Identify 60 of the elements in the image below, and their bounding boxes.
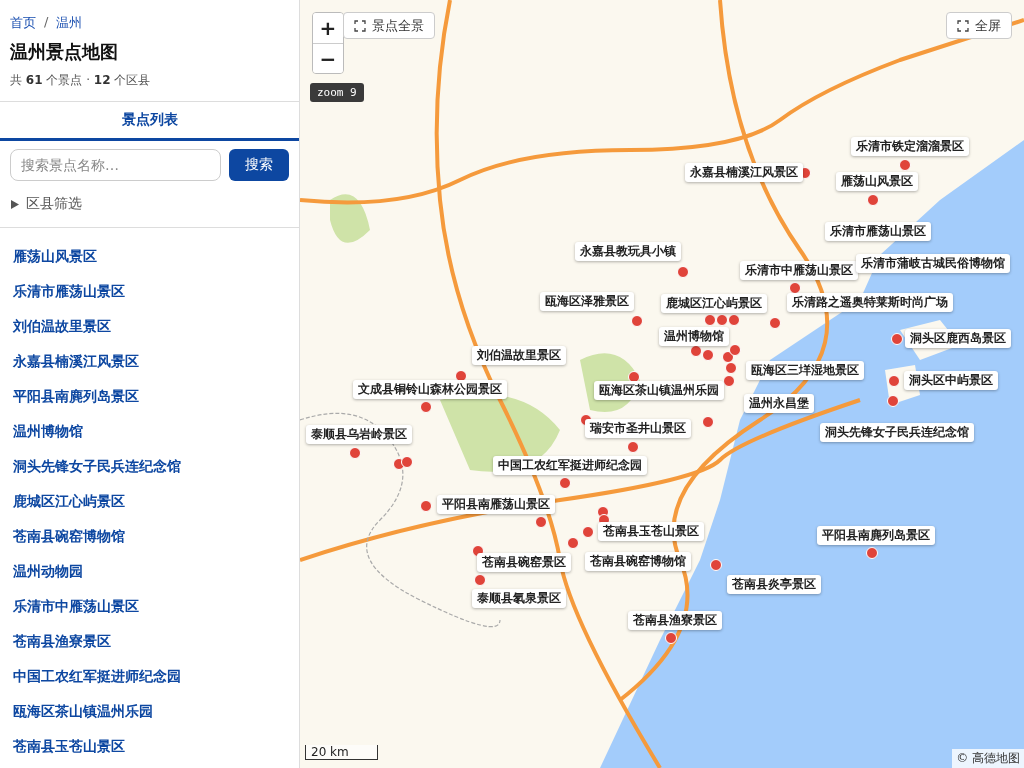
marker-label[interactable]: 文成县铜铃山森林公园景区 (353, 380, 507, 399)
marker-label[interactable]: 乐清路之遥奥特莱斯时尚广场 (787, 293, 953, 312)
breadcrumb-link[interactable]: 首页 (10, 14, 36, 32)
spot-link[interactable]: 乐清市雁荡山景区 (0, 275, 299, 310)
marker-label[interactable]: 雁荡山风景区 (836, 172, 918, 191)
filter-toggle[interactable]: 区县筛选 (0, 181, 299, 228)
marker-label[interactable]: 温州永昌堡 (744, 394, 814, 413)
marker-label[interactable]: 刘伯温故里景区 (472, 346, 566, 365)
marker-label[interactable]: 乐清市蒲岐古城民俗博物馆 (856, 254, 1010, 273)
marker-label[interactable]: 苍南县玉苍山景区 (598, 522, 704, 541)
spot-link[interactable]: 瓯海区茶山镇温州乐园 (0, 695, 299, 730)
marker-label[interactable]: 洞头区中屿景区 (904, 371, 998, 390)
stats-text: 共 61 个景点 · 12 个区县 (10, 72, 152, 89)
marker-label[interactable]: 苍南县渔寮景区 (628, 611, 722, 630)
marker-label[interactable]: 乐清市铁定溜溜景区 (851, 137, 969, 156)
spot-link[interactable]: 永嘉县楠溪江风景区 (0, 345, 299, 380)
marker-label[interactable]: 苍南县碗窑博物馆 (585, 552, 691, 571)
spot-link[interactable]: 温州博物馆 (0, 415, 299, 450)
marker-label[interactable]: 洞头区鹿西岛景区 (905, 329, 1011, 348)
attribution-text: © 高德地图 (952, 749, 1024, 768)
zoom-out-button[interactable]: − (313, 43, 343, 73)
marker-label[interactable]: 乐清市中雁荡山景区 (740, 261, 858, 280)
marker-label[interactable]: 瓯海区茶山镇温州乐园 (594, 381, 724, 400)
breadcrumb-link[interactable]: 温州 (56, 14, 83, 32)
marker-label[interactable]: 乐清市雁荡山景区 (825, 222, 931, 241)
spot-link[interactable]: 苍南县玉苍山景区 (0, 730, 299, 765)
marker-label[interactable]: 鹿城区江心屿景区 (661, 294, 767, 313)
marker-label[interactable]: 洞头先锋女子民兵连纪念馆 (820, 423, 974, 442)
marker-label[interactable]: 瓯海区三垟湿地景区 (746, 361, 864, 380)
marker-label[interactable]: 永嘉县楠溪江风景区 (685, 163, 803, 182)
page-title: 温州景点地图 (10, 40, 119, 64)
marker-label[interactable]: 苍南县炎亭景区 (727, 575, 821, 594)
search-field[interactable]: 搜索景点名称… (10, 149, 221, 181)
overview-button[interactable]: 景点全景 (343, 12, 435, 39)
marker-label[interactable]: 瑞安市圣井山景区 (585, 419, 691, 438)
scale-bar: 20 km (305, 745, 378, 760)
spot-link[interactable]: 乐清市中雁荡山景区 (0, 590, 299, 625)
marker-label[interactable]: 平阳县南麂列岛景区 (817, 526, 935, 545)
marker-label[interactable]: 泰顺县氡泉景区 (472, 589, 566, 608)
marker-label[interactable]: 永嘉县教玩具小镇 (575, 242, 681, 261)
search-button[interactable]: 搜索 (229, 149, 289, 181)
spot-link[interactable]: 雁荡山风景区 (0, 240, 299, 275)
zoom-level-badge: zoom 9 (310, 83, 364, 102)
marker-label[interactable]: 温州博物馆 (659, 327, 729, 346)
marker-label[interactable]: 平阳县南雁荡山景区 (437, 495, 555, 514)
spot-link[interactable]: 苍南县碗窑博物馆 (0, 520, 299, 555)
spot-link[interactable]: 洞头先锋女子民兵连纪念馆 (0, 450, 299, 485)
spot-link[interactable]: 中国工农红军挺进师纪念园 (0, 660, 299, 695)
spot-link[interactable]: 温州动物园 (0, 555, 299, 590)
marker-label[interactable]: 泰顺县乌岩岭景区 (306, 425, 412, 444)
spot-link[interactable]: 鹿城区江心屿景区 (0, 485, 299, 520)
marker-label[interactable]: 中国工农红军挺进师纪念园 (493, 456, 647, 475)
breadcrumb-separator: / (44, 14, 49, 31)
marker-label[interactable]: 瓯海区泽雅景区 (540, 292, 634, 311)
spot-link[interactable]: 平阳县南麂列岛景区 (0, 380, 299, 415)
marker-label[interactable]: 苍南县碗窑景区 (477, 553, 571, 572)
zoom-in-button[interactable]: + (313, 13, 343, 43)
spot-link[interactable]: 刘伯温故里景区 (0, 310, 299, 345)
spot-link[interactable]: 苍南县渔寮景区 (0, 625, 299, 660)
fullscreen-button[interactable]: 全屏 (946, 12, 1012, 39)
